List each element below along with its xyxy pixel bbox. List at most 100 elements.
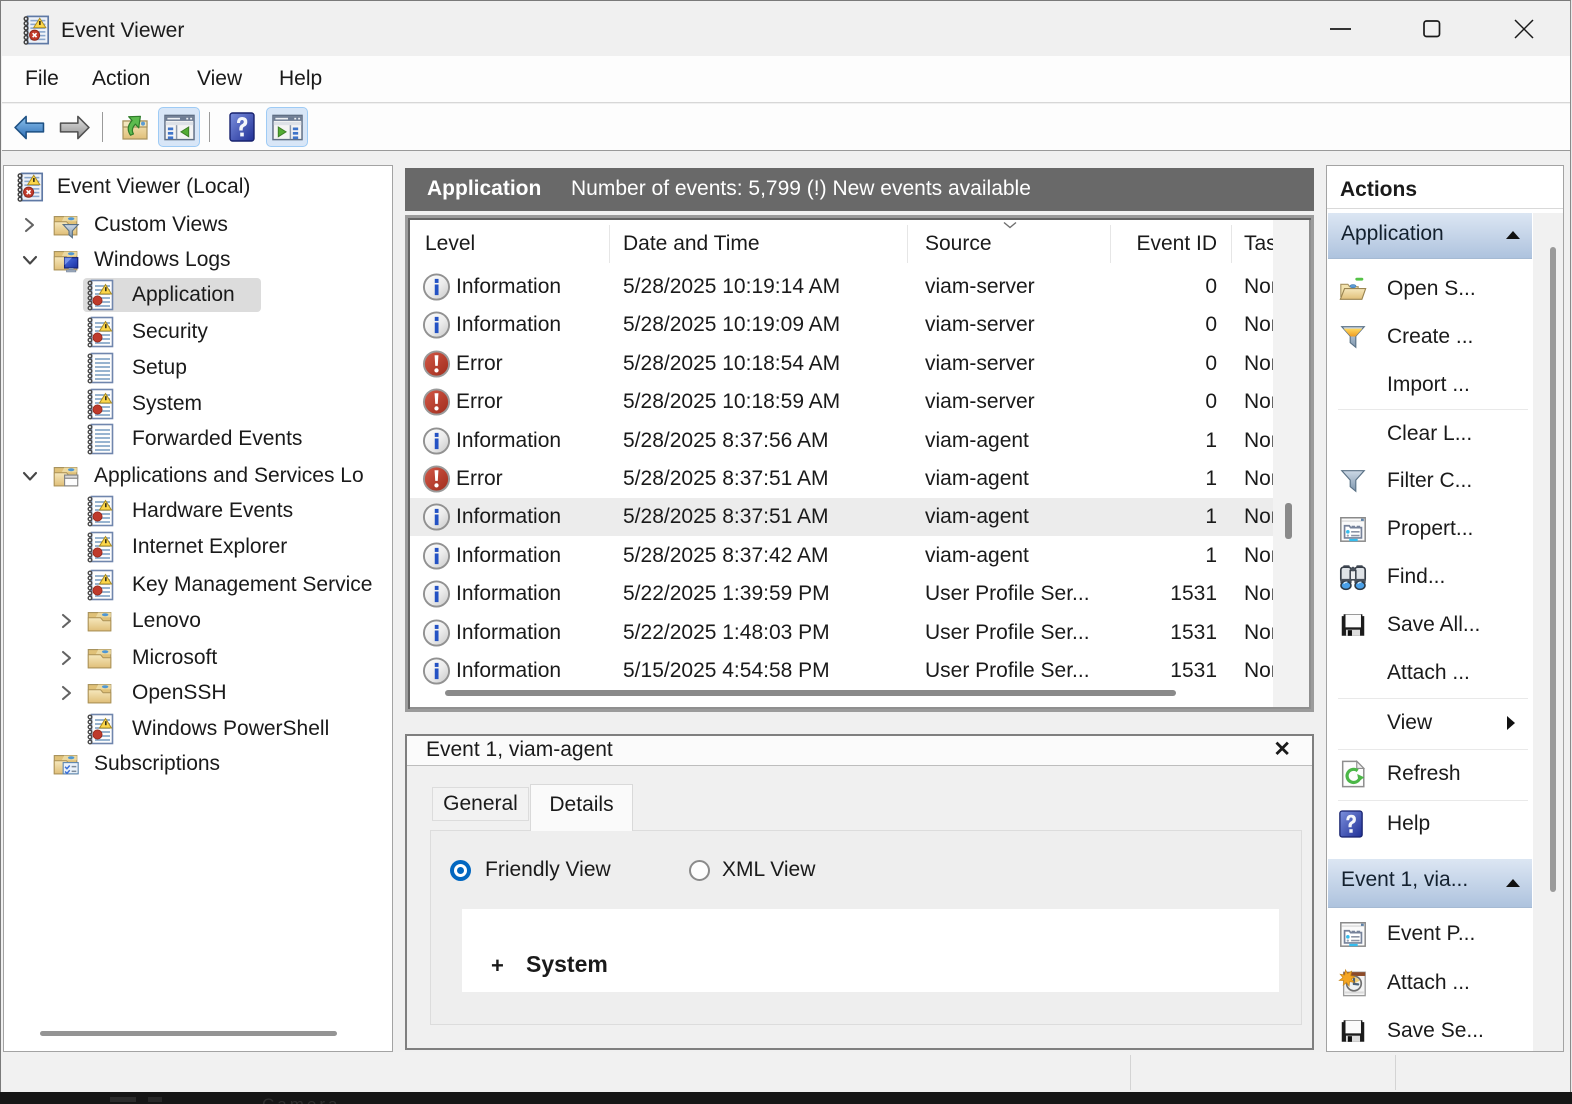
action-refresh[interactable]: Refresh xyxy=(1327,750,1533,798)
console-tree-toggle[interactable] xyxy=(158,107,200,147)
action-filter-current-log[interactable]: Filter C... xyxy=(1327,457,1533,505)
event-row[interactable]: Information 5/28/2025 10:19:14 AM viam-s… xyxy=(410,268,1273,306)
chevron-right-icon[interactable] xyxy=(59,684,75,702)
tree-item-windows-powershell[interactable]: Windows PowerShell xyxy=(4,711,392,747)
action-save-selected-events[interactable]: Save Se... xyxy=(1327,1007,1533,1052)
internet-explorer-log-icon xyxy=(85,531,115,563)
tree-item-hardware-events[interactable]: Hardware Events xyxy=(4,493,392,529)
tree-item-forwarded-events[interactable]: Forwarded Events xyxy=(4,421,392,457)
friendly-view-label: Friendly View xyxy=(485,858,611,882)
tree-item-label: Application xyxy=(132,283,235,307)
event-list-vertical-scrollbar[interactable] xyxy=(1285,503,1292,539)
action-find[interactable]: Find... xyxy=(1327,553,1533,601)
tree-item-setup[interactable]: Setup xyxy=(4,350,392,386)
expand-plus-icon[interactable]: + xyxy=(491,953,504,979)
chevron-down-icon[interactable] xyxy=(21,252,39,268)
application-log-icon xyxy=(85,279,115,311)
friendly-view-radio[interactable] xyxy=(450,860,471,881)
tree-item-custom-views[interactable]: Custom Views xyxy=(4,207,392,243)
action-attach-task[interactable]: Attach ... xyxy=(1327,649,1533,697)
event-row-selected[interactable]: Information 5/28/2025 8:37:51 AM viam-ag… xyxy=(410,498,1273,536)
tab-details[interactable]: Details xyxy=(530,784,633,831)
chevron-right-icon[interactable] xyxy=(59,612,75,630)
event-row[interactable]: Information 5/22/2025 1:39:59 PM User Pr… xyxy=(410,575,1273,613)
event-row[interactable]: Information 5/28/2025 10:19:09 AM viam-s… xyxy=(410,306,1273,344)
menu-action[interactable]: Action xyxy=(92,67,150,91)
cell-level: Information xyxy=(456,582,561,606)
chevron-right-icon[interactable] xyxy=(59,649,75,667)
tree-item-internet-explorer[interactable]: Internet Explorer xyxy=(4,529,392,565)
action-label: Filter C... xyxy=(1387,469,1472,493)
collapse-triangle-icon[interactable] xyxy=(1506,879,1520,887)
tree-item-microsoft[interactable]: Microsoft xyxy=(4,640,392,676)
tree-item-label: Hardware Events xyxy=(132,499,293,523)
action-pane-toggle[interactable] xyxy=(266,107,308,147)
menu-view[interactable]: View xyxy=(197,67,242,91)
actions-scrollbar-track[interactable] xyxy=(1533,213,1563,1051)
event-row[interactable]: Information 5/15/2025 4:54:58 PM User Pr… xyxy=(410,652,1273,690)
cell-level: Error xyxy=(456,467,503,491)
save-icon xyxy=(1338,610,1368,640)
tree-item-applications-services-logs[interactable]: Applications and Services Lo xyxy=(4,458,392,494)
minimize-button[interactable] xyxy=(1294,2,1386,56)
error-icon xyxy=(422,350,451,379)
tree-item-system[interactable]: System xyxy=(4,386,392,422)
action-help[interactable]: Help xyxy=(1327,800,1533,848)
tree-item-lenovo[interactable]: Lenovo xyxy=(4,603,392,639)
tree-item-label: Lenovo xyxy=(132,609,201,633)
collapse-triangle-icon[interactable] xyxy=(1506,231,1520,239)
action-import-custom-view[interactable]: Import ... xyxy=(1327,361,1533,409)
action-clear-log[interactable]: Clear L... xyxy=(1327,410,1533,458)
event-row[interactable]: Information 5/28/2025 8:37:42 AM viam-ag… xyxy=(410,537,1273,575)
tree-item-key-management-service[interactable]: Key Management Service xyxy=(4,567,392,603)
tab-general[interactable]: General xyxy=(432,787,529,821)
toolbar-separator xyxy=(102,112,103,142)
action-label: Create ... xyxy=(1387,325,1473,349)
actions-group-event[interactable]: Event 1, via... xyxy=(1328,859,1532,908)
xml-view-radio[interactable] xyxy=(689,860,710,881)
export-button[interactable] xyxy=(114,107,156,147)
event-row[interactable]: Information 5/22/2025 1:48:03 PM User Pr… xyxy=(410,614,1273,652)
event-row[interactable]: Information 5/28/2025 8:37:56 AM viam-ag… xyxy=(410,422,1273,460)
action-save-all-events[interactable]: Save All... xyxy=(1327,601,1533,649)
chevron-down-icon[interactable] xyxy=(21,468,39,484)
system-node[interactable]: +System xyxy=(526,951,608,978)
event-viewer-icon xyxy=(15,171,45,203)
actions-scrollbar[interactable] xyxy=(1550,247,1556,892)
chevron-right-icon[interactable] xyxy=(22,216,38,234)
information-icon xyxy=(422,619,451,648)
tree-horizontal-scrollbar[interactable] xyxy=(40,1031,337,1036)
preview-close-icon[interactable]: ✕ xyxy=(1273,737,1291,762)
key-management-log-icon xyxy=(85,569,115,601)
menu-file[interactable]: File xyxy=(25,67,59,91)
forward-button[interactable] xyxy=(53,107,95,147)
event-row[interactable]: Error 5/28/2025 10:18:59 AM viam-server … xyxy=(410,383,1273,421)
action-open-saved-log[interactable]: Open S... xyxy=(1327,265,1533,313)
event-list-horizontal-scrollbar[interactable] xyxy=(445,690,1176,696)
action-event-properties[interactable]: Event P... xyxy=(1327,910,1533,958)
event-row[interactable]: Error 5/28/2025 8:37:51 AM viam-agent 1 … xyxy=(410,460,1273,498)
cell-task-category: None xyxy=(1244,313,1273,337)
action-create-custom-view[interactable]: Create ... xyxy=(1327,313,1533,361)
status-bar xyxy=(2,1052,1570,1093)
action-properties[interactable]: Propert... xyxy=(1327,505,1533,553)
tree-item-openssh[interactable]: OpenSSH xyxy=(4,675,392,711)
tree-item-subscriptions[interactable]: Subscriptions xyxy=(4,746,392,782)
close-button[interactable] xyxy=(1478,2,1570,56)
level-icon xyxy=(422,350,451,379)
actions-group-application[interactable]: Application xyxy=(1328,213,1532,259)
level-icon xyxy=(422,542,451,571)
tree-item-label: Setup xyxy=(132,356,187,380)
tree-item-security[interactable]: Security xyxy=(4,314,392,350)
maximize-button[interactable] xyxy=(1386,2,1478,56)
help-button[interactable] xyxy=(221,107,263,147)
cell-event-id: 1 xyxy=(1110,467,1217,491)
tree-item-windows-logs[interactable]: Windows Logs xyxy=(4,242,392,278)
menu-help[interactable]: Help xyxy=(279,67,322,91)
action-attach-task-to-event[interactable]: Attach ... xyxy=(1327,959,1533,1007)
back-button[interactable] xyxy=(8,107,50,147)
tree-item-event-viewer-local[interactable]: Event Viewer (Local) xyxy=(4,169,392,205)
tree-item-application[interactable]: Application xyxy=(4,277,392,313)
event-row[interactable]: Error 5/28/2025 10:18:54 AM viam-server … xyxy=(410,345,1273,383)
action-view[interactable]: View xyxy=(1327,699,1533,747)
